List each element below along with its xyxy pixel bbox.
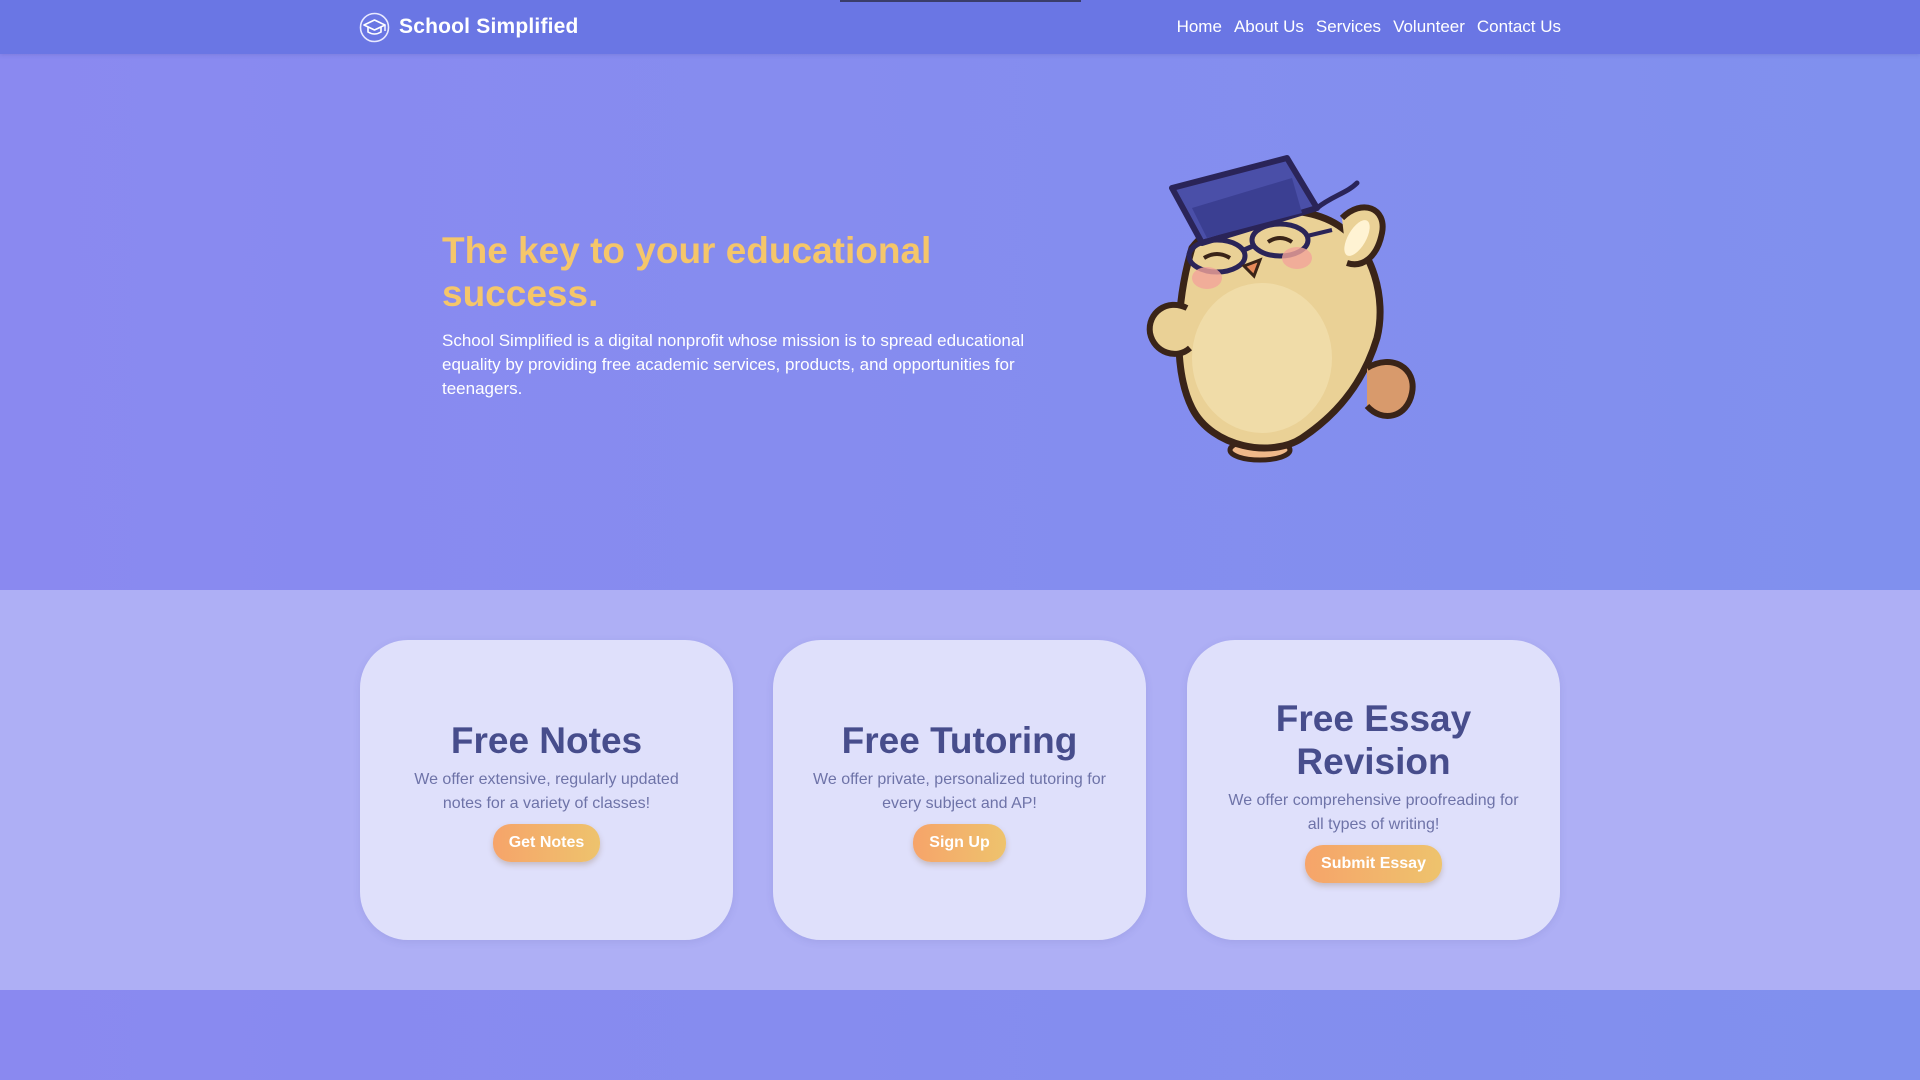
hero-title: The key to your educational success. [442,230,932,314]
nav-link-contact-us[interactable]: Contact Us [1477,17,1561,37]
card-title: Free Notes [450,719,643,761]
brand-link[interactable]: School Simplified [359,12,579,43]
card-title: Free Tutoring [841,719,1078,761]
card-description: We offer extensive, regularly updated no… [414,770,679,812]
card-description: We offer private, personalized tutoring … [813,770,1106,812]
service-card-essay-revision: Free Essay Revision We offer comprehensi… [1187,640,1560,940]
card-title: Free Essay Revision [1275,698,1472,782]
sign-up-button[interactable]: Sign Up [913,823,1006,862]
submit-essay-button[interactable]: Submit Essay [1305,845,1442,883]
nav-inner: School Simplified Home About Us Services… [359,0,1561,54]
chick-mascot-image [1132,138,1432,478]
service-card-tutoring: Free Tutoring We offer private, personal… [773,640,1146,940]
services-section: Free Notes We offer extensive, regularly… [0,590,1920,990]
nav-link-home[interactable]: Home [1177,17,1222,37]
hero-text: The key to your educational success. Sch… [442,229,1082,401]
brand-name: School Simplified [399,15,579,38]
get-notes-button[interactable]: Get Notes [492,823,601,862]
nav-link-volunteer[interactable]: Volunteer [1393,17,1465,37]
navbar: School Simplified Home About Us Services… [0,0,1920,54]
nav-link-about-us[interactable]: About Us [1234,17,1304,37]
nav-links: Home About Us Services Volunteer Contact… [1177,17,1561,37]
service-card-notes: Free Notes We offer extensive, regularly… [360,640,733,940]
hero-description: School Simplified is a digital nonprofit… [442,331,1025,398]
card-description: We offer comprehensive proofreading for … [1228,792,1519,833]
hero-section: The key to your educational success. Sch… [0,54,1920,590]
nav-link-services[interactable]: Services [1316,17,1381,37]
graduation-cap-icon [359,12,390,43]
